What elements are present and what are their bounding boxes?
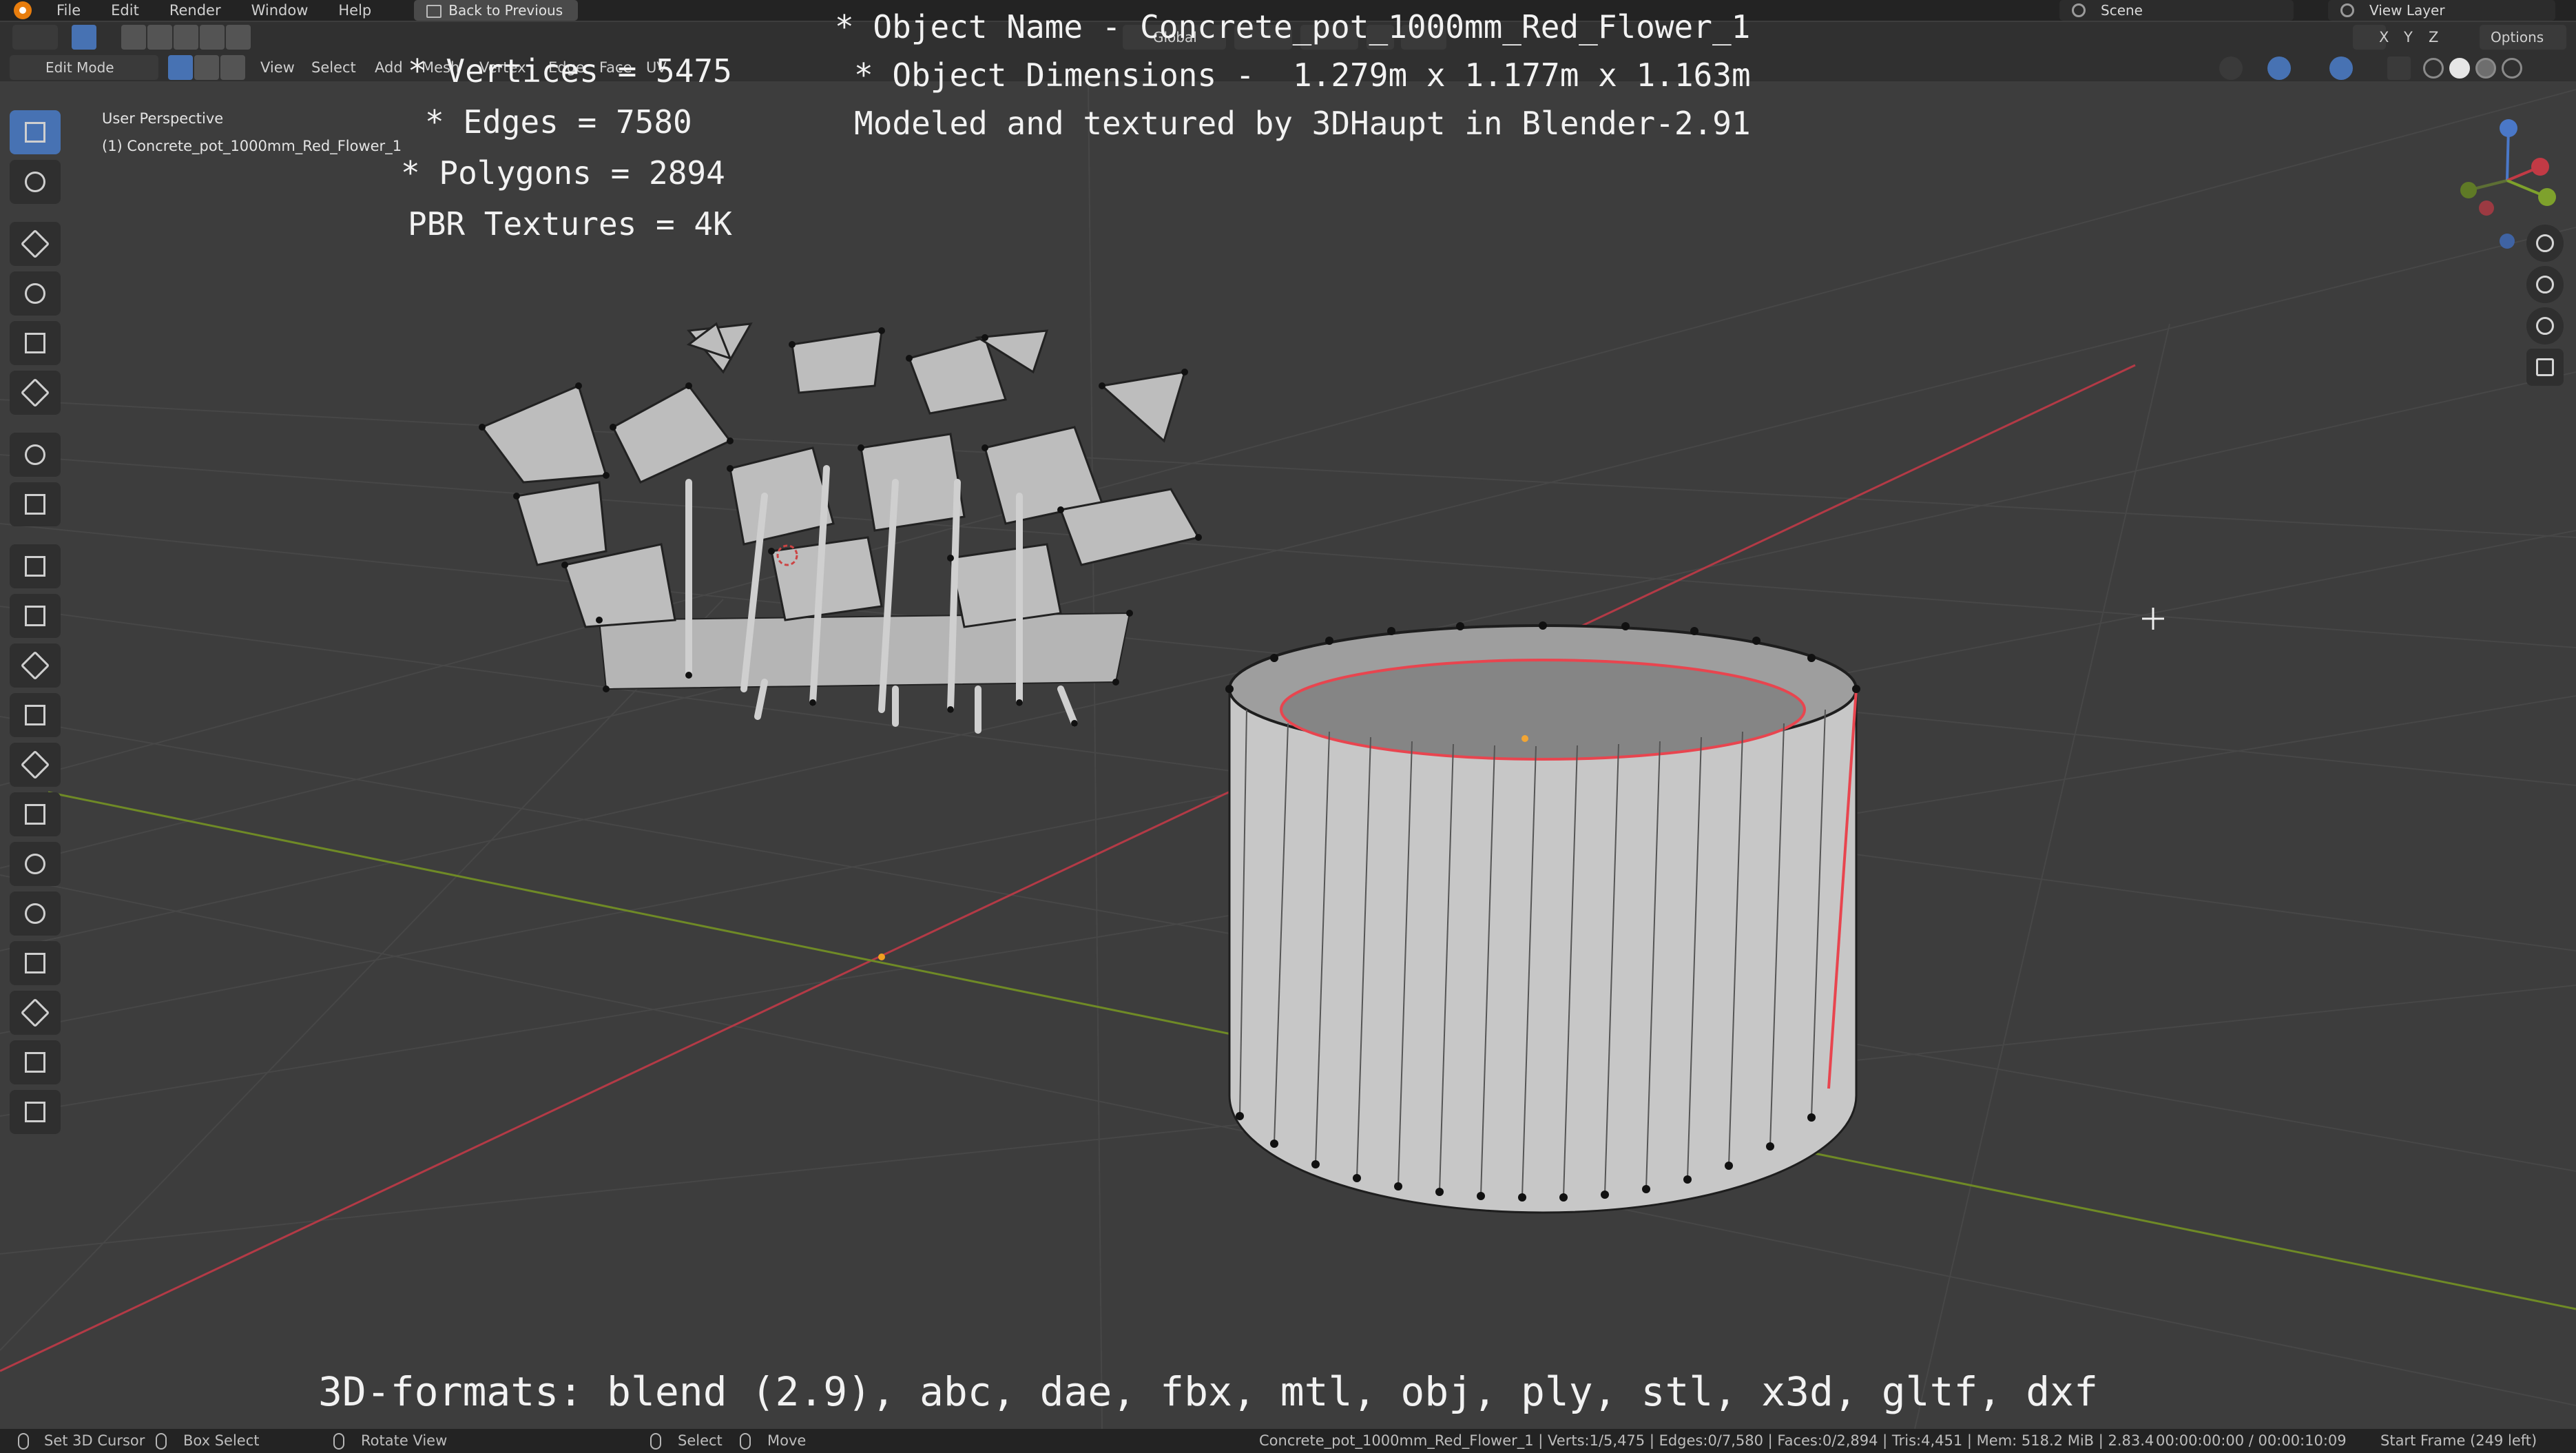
world-origin — [878, 954, 885, 960]
shear-icon[interactable] — [10, 1040, 61, 1084]
formats-caption: 3D-formats: blend (2.9), abc, dae, fbx, … — [318, 1368, 2099, 1415]
hint-rotate-view: Rotate View — [361, 1432, 448, 1449]
stat-textures: PBR Textures = 4K — [408, 205, 732, 243]
face-select-mode-button[interactable] — [220, 55, 245, 80]
wireframe-shading-icon[interactable] — [2423, 58, 2444, 79]
perspective-label: User Perspective — [102, 110, 224, 127]
tweak-tool-button[interactable] — [72, 25, 96, 50]
move-icon[interactable] — [10, 222, 61, 266]
material-shading-icon[interactable] — [2475, 58, 2496, 79]
info-object-dimensions: * Object Dimensions - 1.279m x 1.177m x … — [854, 56, 1751, 94]
menu-render[interactable]: Render — [154, 0, 236, 21]
measure-icon[interactable] — [10, 482, 61, 526]
mode-label: Edit Mode — [45, 59, 114, 76]
vertex-select-mode-button[interactable] — [168, 55, 193, 80]
active-object-label: (1) Concrete_pot_1000mm_Red_Flower_1 — [102, 138, 402, 154]
hint-select: Select — [678, 1432, 723, 1449]
visibility-icon[interactable] — [2219, 56, 2243, 80]
concrete-pot-mesh — [1225, 621, 1860, 1214]
axis-z-toggle[interactable]: Z — [2429, 29, 2438, 45]
scene-statistics: Concrete_pot_1000mm_Red_Flower_1 | Verts… — [1259, 1432, 2154, 1449]
transform-icon[interactable] — [10, 371, 61, 415]
select-mode-intersect-button[interactable] — [200, 25, 225, 50]
grid-icon[interactable] — [2526, 349, 2564, 386]
axis-x-toggle[interactable]: X — [2379, 29, 2389, 45]
select-mode-extend-button[interactable] — [147, 25, 172, 50]
stat-edges: * Edges = 7580 — [425, 103, 692, 141]
zoom-icon[interactable] — [2526, 225, 2564, 262]
annotate-icon[interactable] — [10, 433, 61, 477]
gizmo-toggle-icon[interactable] — [2267, 56, 2291, 80]
options-dropdown[interactable]: Options — [2480, 25, 2566, 50]
scale-icon[interactable] — [10, 321, 61, 365]
menu-help[interactable]: Help — [323, 0, 386, 21]
menu-file[interactable]: File — [41, 0, 96, 21]
solid-shading-icon[interactable] — [2449, 58, 2470, 79]
tool-shelf — [10, 110, 67, 1140]
camera-icon[interactable] — [2526, 307, 2564, 344]
viewport-scene — [0, 81, 2576, 1429]
xray-toggle-icon[interactable] — [2387, 56, 2411, 80]
loop-cut-icon[interactable] — [10, 693, 61, 737]
edge-select-mode-button[interactable] — [194, 55, 219, 80]
bevel-icon[interactable] — [10, 643, 61, 688]
playback-time: 00:00:00:00 / 00:00:10:09 — [2156, 1432, 2347, 1449]
blender-logo-icon[interactable] — [14, 1, 32, 19]
mode-selector[interactable]: Edit Mode — [10, 55, 158, 80]
edge-slide-icon[interactable] — [10, 941, 61, 985]
3d-viewport[interactable]: User Perspective (1) Concrete_pot_1000mm… — [0, 8, 2576, 1429]
select-mode-difference-button[interactable] — [226, 25, 251, 50]
scene-selector[interactable]: Scene — [2059, 0, 2294, 21]
rendered-shading-icon[interactable] — [2502, 58, 2522, 79]
editor-type-button[interactable] — [12, 25, 58, 50]
stat-vertices: * Vertices = 5475 — [408, 52, 732, 90]
header-menu-view[interactable]: View — [260, 59, 295, 76]
overlay-toggle-icon[interactable] — [2329, 56, 2353, 80]
info-object-name: * Object Name - Concrete_pot_1000mm_Red_… — [835, 8, 1751, 45]
scene-name: Scene — [2101, 2, 2143, 19]
hint-box-select: Box Select — [183, 1432, 260, 1449]
shrink-fatten-icon[interactable] — [10, 991, 61, 1035]
smooth-icon[interactable] — [10, 892, 61, 936]
select-box-icon[interactable] — [10, 110, 61, 154]
mouse-right-icon — [650, 1433, 661, 1450]
stat-polygons: * Polygons = 2894 — [401, 154, 725, 192]
cursor-icon[interactable] — [10, 160, 61, 204]
menu-window[interactable]: Window — [236, 0, 324, 21]
scene-icon — [2072, 3, 2086, 17]
hint-set-cursor: Set 3D Cursor — [44, 1432, 145, 1449]
mouse-right-drag-icon — [740, 1433, 751, 1450]
frame-info: Start Frame (249 left) — [2380, 1432, 2537, 1449]
poly-build-icon[interactable] — [10, 792, 61, 836]
spin-icon[interactable] — [10, 842, 61, 886]
options-label: Options — [2491, 29, 2544, 45]
header-menu-select[interactable]: Select — [311, 59, 356, 76]
inset-icon[interactable] — [10, 594, 61, 638]
extrude-icon[interactable] — [10, 544, 61, 588]
rotate-icon[interactable] — [10, 271, 61, 316]
rip-icon[interactable] — [10, 1090, 61, 1134]
select-mode-new-button[interactable] — [121, 25, 146, 50]
knife-icon[interactable] — [10, 743, 61, 787]
pan-hand-icon[interactable] — [2526, 266, 2564, 303]
hint-move: Move — [767, 1432, 807, 1449]
info-credits: Modeled and textured by 3DHaupt in Blend… — [854, 105, 1751, 142]
view-layer-name: View Layer — [2369, 2, 2445, 19]
header-menu-add[interactable]: Add — [375, 59, 403, 76]
mouse-left-drag-icon — [156, 1433, 167, 1450]
select-mode-subtract-button[interactable] — [174, 25, 198, 50]
status-bar: Set 3D Cursor Box Select Rotate View Sel… — [0, 1429, 2576, 1453]
view-layer-icon — [2340, 3, 2354, 17]
mouse-middle-icon — [333, 1433, 344, 1450]
axis-y-toggle[interactable]: Y — [2404, 29, 2413, 45]
mouse-left-icon — [18, 1433, 29, 1450]
back-to-previous-button[interactable]: Back to Previous — [414, 0, 579, 21]
view-layer-selector[interactable]: View Layer — [2328, 0, 2555, 21]
flower-mesh — [479, 322, 1202, 734]
menu-edit[interactable]: Edit — [96, 0, 154, 21]
active-vertex — [1521, 735, 1528, 742]
